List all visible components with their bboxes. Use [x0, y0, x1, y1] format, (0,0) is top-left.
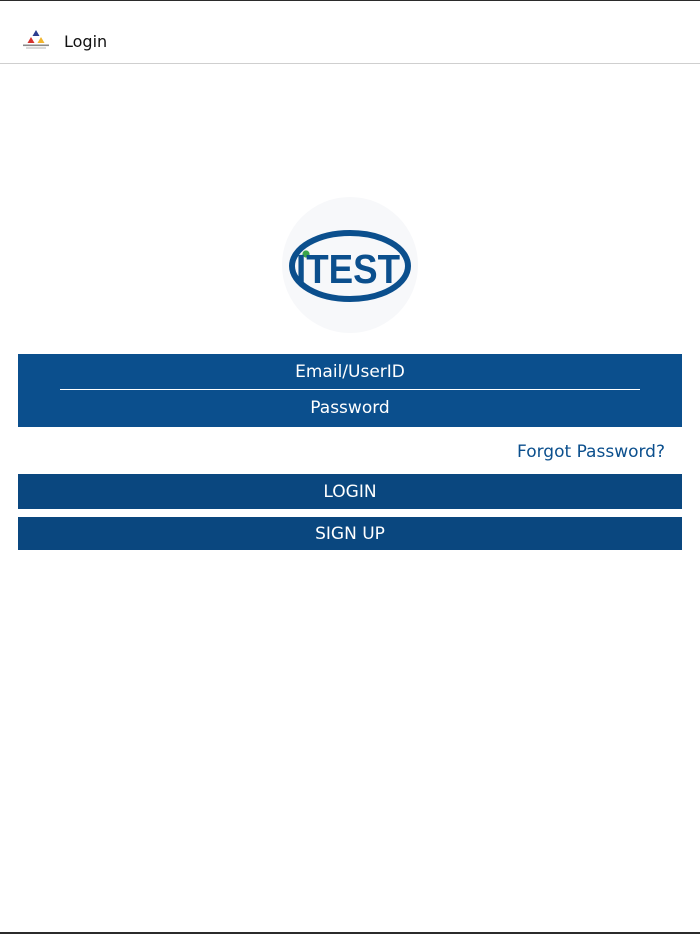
itest-logo-text: ITEST [296, 246, 400, 292]
login-button[interactable]: LOGIN [18, 474, 682, 509]
app-header: Login [0, 1, 700, 64]
forgot-password-link[interactable]: Forgot Password? [517, 440, 665, 464]
sign-up-button[interactable]: SIGN UP [18, 517, 682, 550]
itest-logo: ITEST [282, 197, 418, 333]
credentials-divider [60, 389, 640, 390]
page-title: Login [64, 32, 108, 51]
credentials-panel [18, 354, 682, 427]
password-field[interactable] [60, 391, 640, 425]
college-logo-icon [20, 29, 52, 53]
email-userid-field[interactable] [60, 355, 640, 389]
